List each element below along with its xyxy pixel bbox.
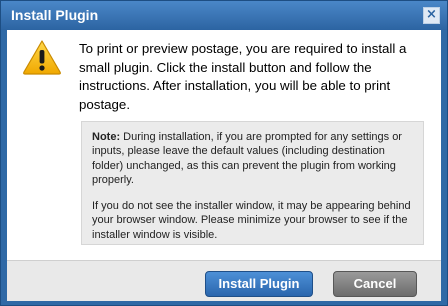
dialog-title: Install Plugin [11,7,99,23]
note-box: Note: During installation, if you are pr… [81,121,424,245]
cancel-button[interactable]: Cancel [333,271,417,297]
installer-hint-paragraph: If you do not see the installer window, … [92,200,411,241]
install-message: To print or preview postage, you are req… [79,41,407,112]
note-text: During installation, if you are prompted… [92,131,402,186]
dialog-footer: Install Plugin Cancel [7,260,441,301]
close-icon[interactable]: × [423,7,440,24]
install-plugin-dialog: Install Plugin × To print or preview pos… [0,0,448,306]
note-label: Note: [92,131,121,143]
install-plugin-button[interactable]: Install Plugin [205,271,313,297]
dialog-titlebar[interactable]: Install Plugin × [1,1,447,30]
note-paragraph: Note: During installation, if you are pr… [92,130,413,187]
warning-icon [23,40,61,75]
dialog-body: To print or preview postage, you are req… [7,30,441,260]
